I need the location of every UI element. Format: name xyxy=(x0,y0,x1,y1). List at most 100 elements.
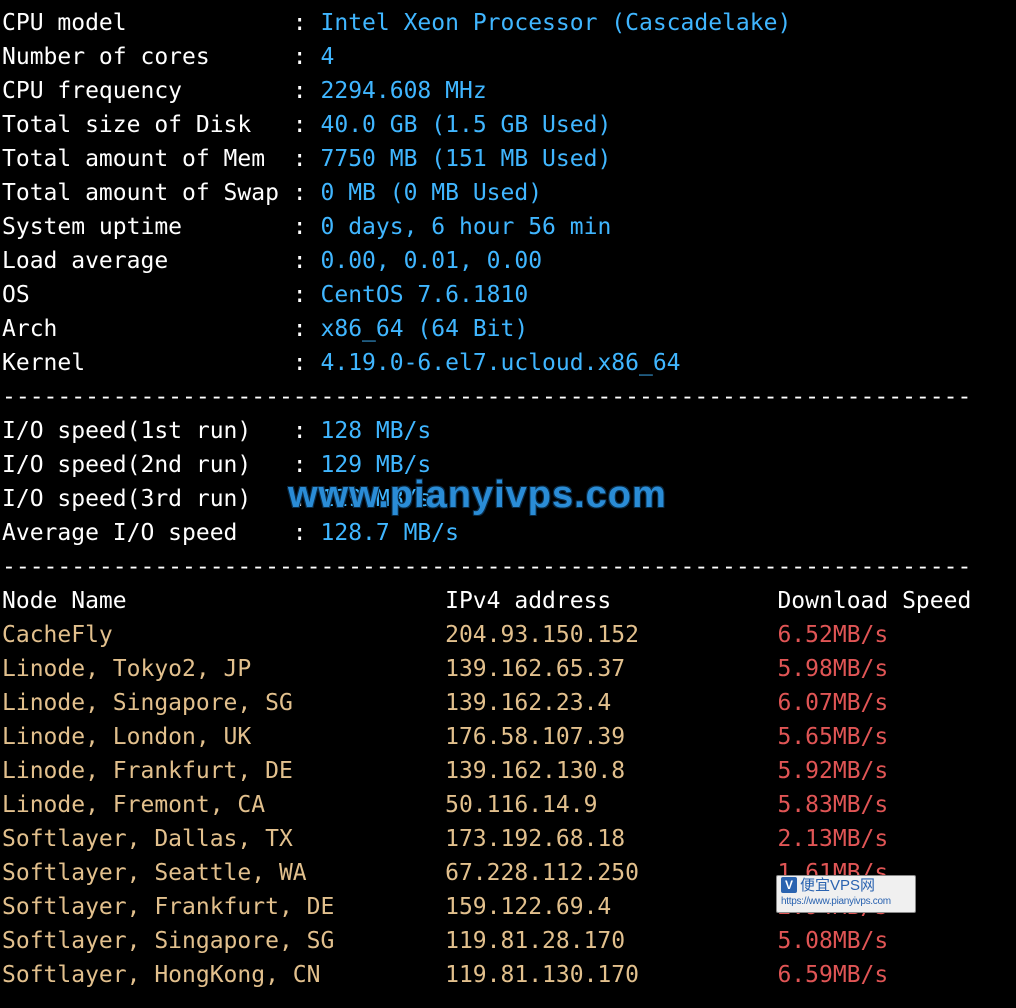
info-separator: : xyxy=(293,214,321,240)
io-row: I/O speed(3rd run) : 129 MB/s xyxy=(2,482,1016,516)
node-ip: 204.93.150.152 xyxy=(445,622,777,648)
node-speed: 6.07MB/s xyxy=(777,690,888,716)
io-value: 128.7 MB/s xyxy=(321,520,459,546)
node-speed: 5.92MB/s xyxy=(777,758,888,784)
divider: ----------------------------------------… xyxy=(2,380,1016,414)
table-row: CacheFly 204.93.150.152 6.52MB/s xyxy=(2,618,1016,652)
header-node: Node Name xyxy=(2,588,445,614)
node-name: CacheFly xyxy=(2,622,445,648)
node-name: Softlayer, Singapore, SG xyxy=(2,928,445,954)
info-value: Intel Xeon Processor (Cascadelake) xyxy=(321,10,792,36)
node-speed: 5.08MB/s xyxy=(777,928,888,954)
info-label: Arch xyxy=(2,316,293,342)
io-value: 129 MB/s xyxy=(321,486,432,512)
io-separator: : xyxy=(293,452,321,478)
node-name: Softlayer, Dallas, TX xyxy=(2,826,445,852)
info-label: Total size of Disk xyxy=(2,112,293,138)
info-row: Kernel : 4.19.0-6.el7.ucloud.x86_64 xyxy=(2,346,1016,380)
node-speed: 6.59MB/s xyxy=(777,962,888,988)
node-speed: 6.52MB/s xyxy=(777,622,888,648)
node-speed: 5.65MB/s xyxy=(777,724,888,750)
node-name: Linode, Fremont, CA xyxy=(2,792,445,818)
node-speed: 2.13MB/s xyxy=(777,826,888,852)
info-separator: : xyxy=(293,10,321,36)
table-row: Softlayer, Frankfurt, DE 159.122.69.4 2.… xyxy=(2,890,1016,924)
table-row: Softlayer, HongKong, CN 119.81.130.170 6… xyxy=(2,958,1016,992)
info-row: CPU frequency : 2294.608 MHz xyxy=(2,74,1016,108)
io-label: I/O speed(1st run) xyxy=(2,418,293,444)
info-row: OS : CentOS 7.6.1810 xyxy=(2,278,1016,312)
table-row: Softlayer, Singapore, SG 119.81.28.170 5… xyxy=(2,924,1016,958)
io-separator: : xyxy=(293,486,321,512)
io-label: I/O speed(3rd run) xyxy=(2,486,293,512)
node-ip: 139.162.130.8 xyxy=(445,758,777,784)
info-value: CentOS 7.6.1810 xyxy=(321,282,529,308)
node-ip: 173.192.68.18 xyxy=(445,826,777,852)
info-value: x86_64 (64 Bit) xyxy=(321,316,529,342)
info-separator: : xyxy=(293,248,321,274)
node-speed: 2.94MB/s xyxy=(777,894,888,920)
info-separator: : xyxy=(293,44,321,70)
header-ip: IPv4 address xyxy=(445,588,777,614)
table-row: Linode, Singapore, SG 139.162.23.4 6.07M… xyxy=(2,686,1016,720)
info-separator: : xyxy=(293,282,321,308)
info-value: 40.0 GB (1.5 GB Used) xyxy=(321,112,612,138)
node-name: Linode, Tokyo2, JP xyxy=(2,656,445,682)
info-separator: : xyxy=(293,350,321,376)
node-ip: 176.58.107.39 xyxy=(445,724,777,750)
node-ip: 119.81.130.170 xyxy=(445,962,777,988)
terminal-output: CPU model : Intel Xeon Processor (Cascad… xyxy=(0,0,1016,992)
info-label: Number of cores xyxy=(2,44,293,70)
node-ip: 139.162.23.4 xyxy=(445,690,777,716)
divider: ----------------------------------------… xyxy=(2,550,1016,584)
info-value: 4 xyxy=(321,44,335,70)
table-row: Softlayer, Dallas, TX 173.192.68.18 2.13… xyxy=(2,822,1016,856)
node-ip: 67.228.112.250 xyxy=(445,860,777,886)
table-row: Softlayer, Seattle, WA 67.228.112.250 1.… xyxy=(2,856,1016,890)
node-speed: 5.98MB/s xyxy=(777,656,888,682)
node-name: Linode, Frankfurt, DE xyxy=(2,758,445,784)
info-value: 0 days, 6 hour 56 min xyxy=(321,214,612,240)
io-value: 128 MB/s xyxy=(321,418,432,444)
info-row: Total size of Disk : 40.0 GB (1.5 GB Use… xyxy=(2,108,1016,142)
table-row: Linode, Tokyo2, JP 139.162.65.37 5.98MB/… xyxy=(2,652,1016,686)
io-label: Average I/O speed xyxy=(2,520,293,546)
info-separator: : xyxy=(293,316,321,342)
io-label: I/O speed(2nd run) xyxy=(2,452,293,478)
io-separator: : xyxy=(293,418,321,444)
info-label: CPU model xyxy=(2,10,293,36)
info-value: 4.19.0-6.el7.ucloud.x86_64 xyxy=(321,350,681,376)
io-separator: : xyxy=(293,520,321,546)
info-label: OS xyxy=(2,282,293,308)
info-value: 0 MB (0 MB Used) xyxy=(321,180,543,206)
io-row: I/O speed(1st run) : 128 MB/s xyxy=(2,414,1016,448)
table-header-row: Node Name IPv4 address Download Speed xyxy=(2,584,1016,618)
info-value: 7750 MB (151 MB Used) xyxy=(321,146,612,172)
io-row: I/O speed(2nd run) : 129 MB/s xyxy=(2,448,1016,482)
info-separator: : xyxy=(293,146,321,172)
table-row: Linode, Fremont, CA 50.116.14.9 5.83MB/s xyxy=(2,788,1016,822)
node-ip: 119.81.28.170 xyxy=(445,928,777,954)
info-separator: : xyxy=(293,180,321,206)
info-row: Arch : x86_64 (64 Bit) xyxy=(2,312,1016,346)
info-separator: : xyxy=(293,78,321,104)
node-ip: 50.116.14.9 xyxy=(445,792,777,818)
node-name: Linode, London, UK xyxy=(2,724,445,750)
io-value: 129 MB/s xyxy=(321,452,432,478)
info-row: Number of cores : 4 xyxy=(2,40,1016,74)
table-row: Linode, Frankfurt, DE 139.162.130.8 5.92… xyxy=(2,754,1016,788)
node-speed: 1.61MB/s xyxy=(777,860,888,886)
node-name: Softlayer, Frankfurt, DE xyxy=(2,894,445,920)
info-label: Load average xyxy=(2,248,293,274)
node-speed: 5.83MB/s xyxy=(777,792,888,818)
info-separator: : xyxy=(293,112,321,138)
info-row: Total amount of Swap : 0 MB (0 MB Used) xyxy=(2,176,1016,210)
info-value: 0.00, 0.01, 0.00 xyxy=(321,248,543,274)
info-row: Load average : 0.00, 0.01, 0.00 xyxy=(2,244,1016,278)
header-speed: Download Speed xyxy=(777,588,971,614)
table-row: Linode, London, UK 176.58.107.39 5.65MB/… xyxy=(2,720,1016,754)
io-row: Average I/O speed : 128.7 MB/s xyxy=(2,516,1016,550)
node-name: Linode, Singapore, SG xyxy=(2,690,445,716)
node-name: Softlayer, Seattle, WA xyxy=(2,860,445,886)
info-value: 2294.608 MHz xyxy=(321,78,487,104)
